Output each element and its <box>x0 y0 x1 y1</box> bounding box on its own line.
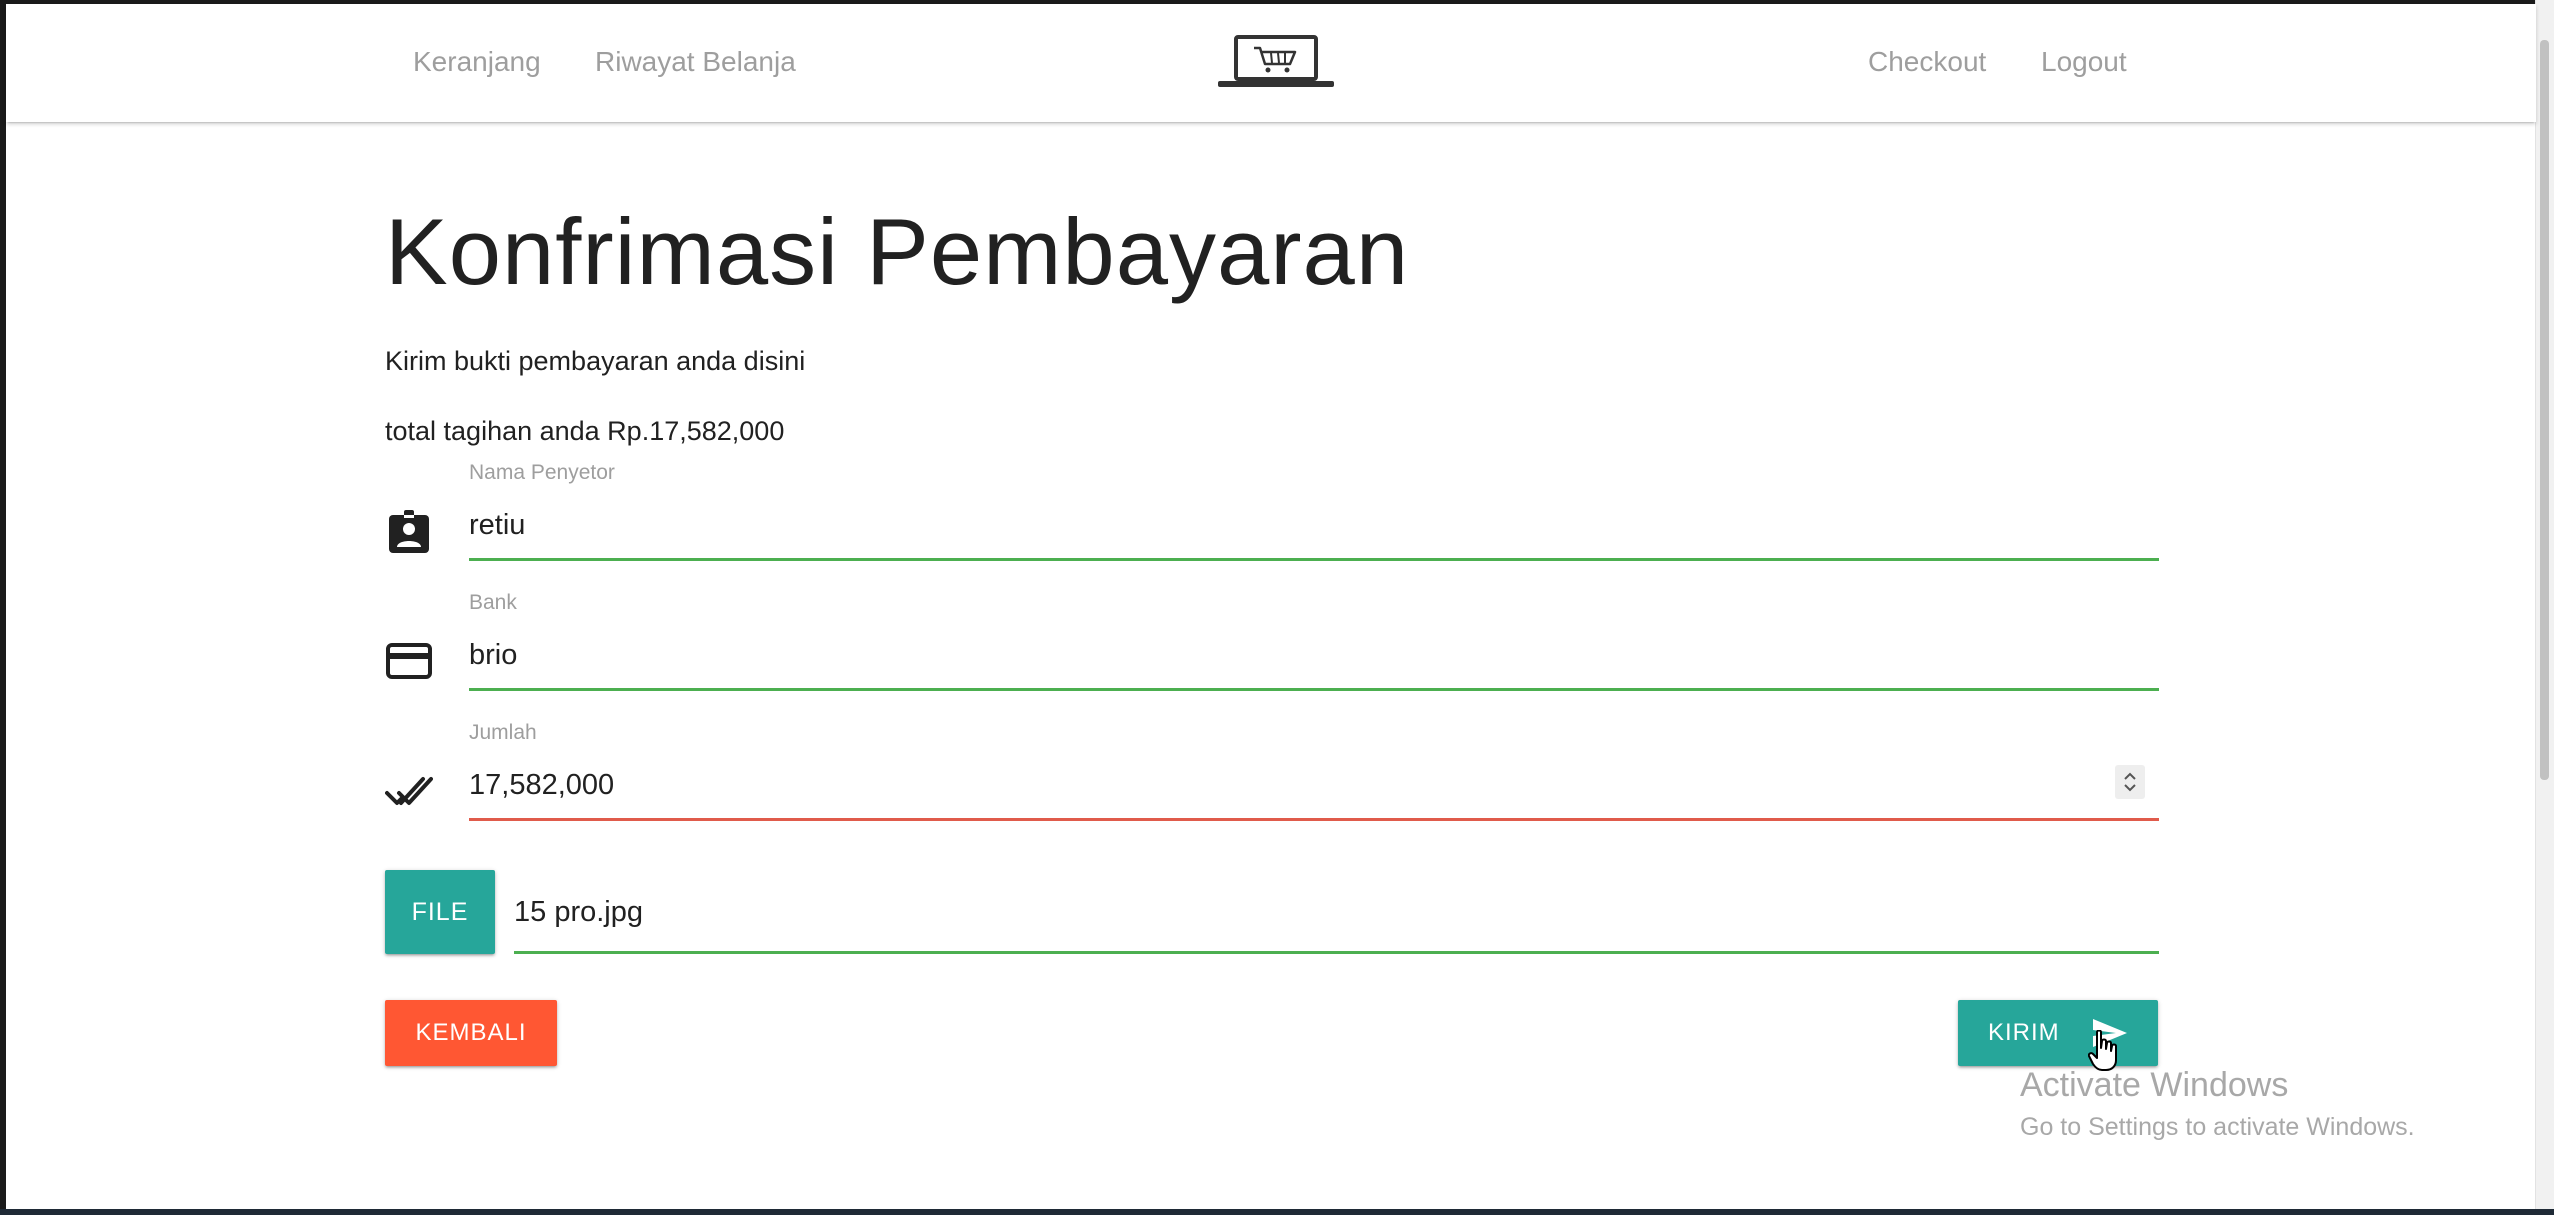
bank-underline <box>469 688 2159 691</box>
taskbar-strip <box>0 1209 2554 1215</box>
file-upload-button[interactable]: FILE <box>385 870 495 954</box>
amount-underline <box>469 818 2159 821</box>
nav-link-checkout[interactable]: Checkout <box>1868 44 1986 80</box>
page-title: Konfrimasi Pembayaran <box>385 199 1410 304</box>
account-box-icon <box>389 510 429 553</box>
bank-input[interactable] <box>469 625 2159 685</box>
file-path-underline <box>514 951 2159 954</box>
total-amount-text: total tagihan anda Rp.17,582,000 <box>385 416 785 446</box>
depositor-name-underline <box>469 558 2159 561</box>
depositor-name-label: Nama Penyetor <box>469 461 615 484</box>
amount-input[interactable] <box>469 755 2159 815</box>
scrollbar-thumb[interactable] <box>2540 40 2549 780</box>
nav-link-purchase-history[interactable]: Riwayat Belanja <box>595 44 796 80</box>
windows-activation-watermark: Activate Windows Go to Settings to activ… <box>2020 1064 2415 1144</box>
done-all-icon <box>385 777 433 805</box>
nav-link-logout[interactable]: Logout <box>2041 44 2127 80</box>
laptop-cart-icon[interactable] <box>1216 34 1336 90</box>
watermark-title: Activate Windows <box>2020 1066 2289 1104</box>
depositor-name-input[interactable] <box>469 495 2159 555</box>
spinner-arrows-icon <box>2124 772 2136 792</box>
send-button[interactable]: KIRIM <box>1958 1000 2158 1066</box>
amount-field: Jumlah <box>385 719 2159 839</box>
vertical-scrollbar[interactable] <box>2535 0 2554 1215</box>
watermark-subtitle: Go to Settings to activate Windows. <box>2020 1113 2415 1141</box>
page-subtitle: Kirim bukti pembayaran anda disini <box>385 346 806 376</box>
number-spinner[interactable] <box>2115 765 2145 799</box>
bank-label: Bank <box>469 591 517 614</box>
credit-card-icon <box>386 643 432 679</box>
depositor-name-field: Nama Penyetor <box>385 459 2159 579</box>
window-left-border <box>0 0 6 1215</box>
back-button[interactable]: KEMBALI <box>385 1000 557 1066</box>
bank-field: Bank <box>385 589 2159 709</box>
file-path-input[interactable] <box>514 885 2158 939</box>
nav-link-cart[interactable]: Keranjang <box>413 44 541 80</box>
send-button-label: KIRIM <box>1988 1019 2060 1046</box>
navbar: Keranjang Riwayat Belanja Checkout Logou… <box>6 4 2536 122</box>
amount-label: Jumlah <box>469 721 537 744</box>
